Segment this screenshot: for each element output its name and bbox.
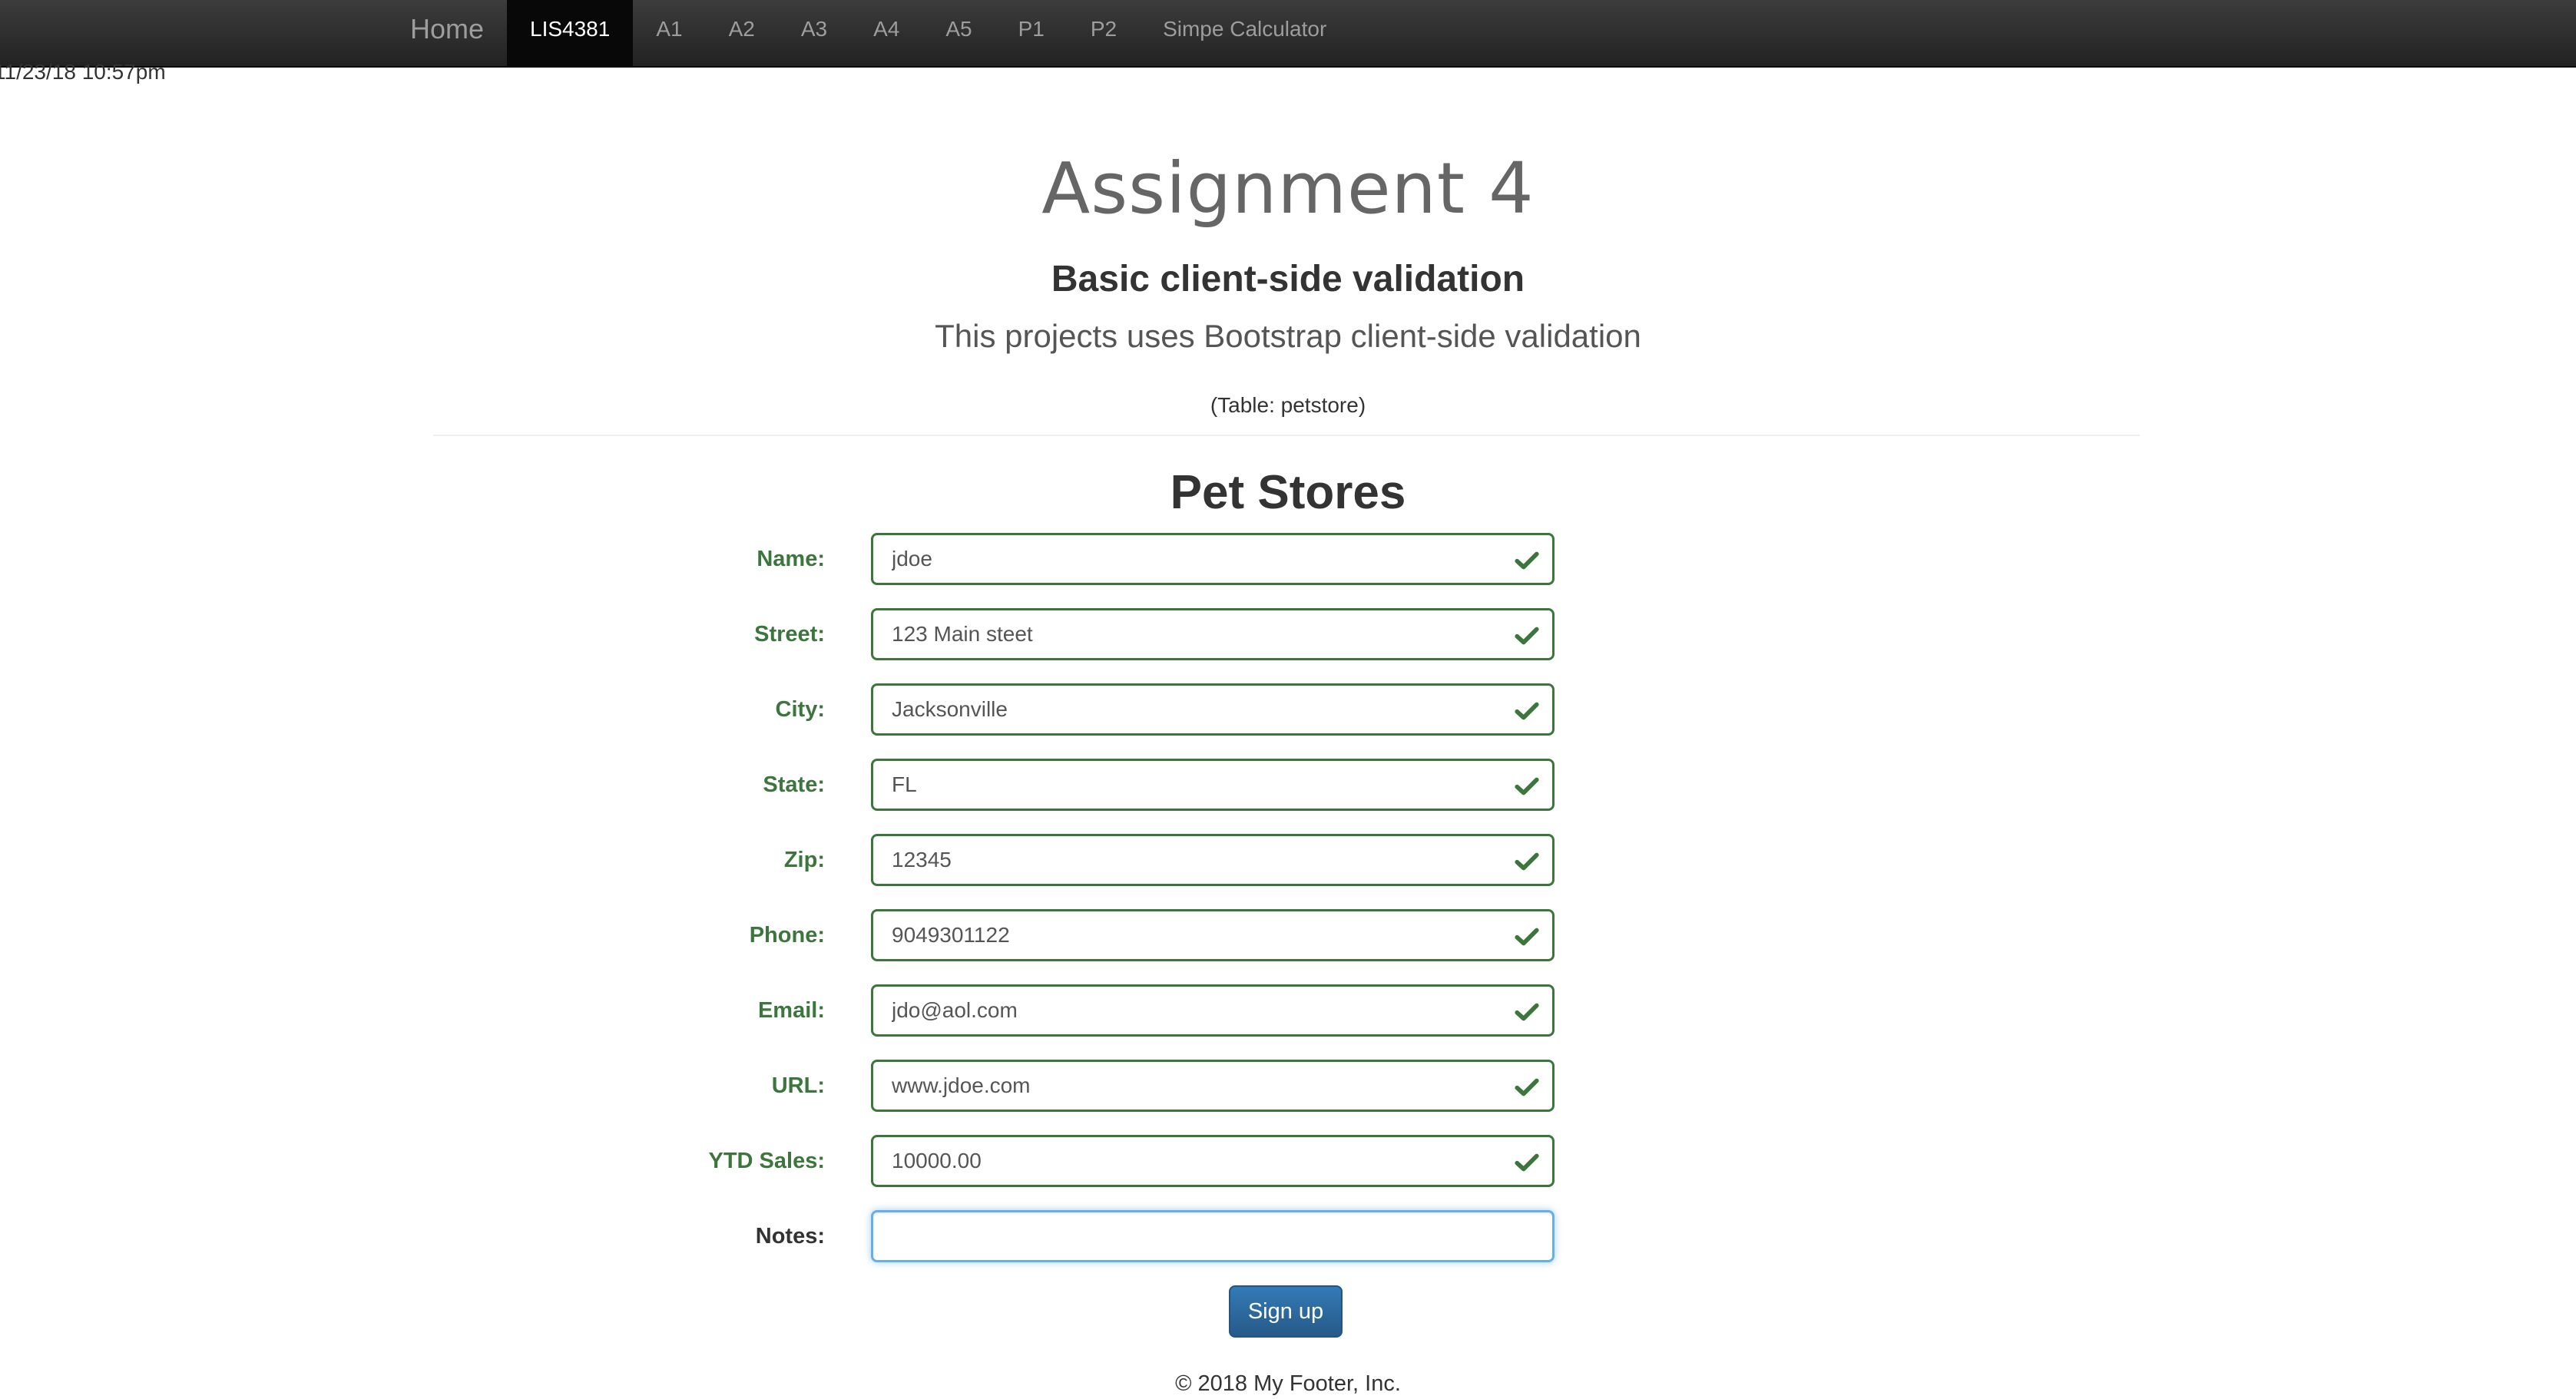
check-icon <box>1515 627 1539 645</box>
nav-item-a3: A3 <box>778 0 850 68</box>
check-icon <box>1515 777 1539 795</box>
check-icon <box>1515 702 1539 720</box>
timestamp: 11/23/18 10:57pm <box>0 60 166 84</box>
page-title: Assignment 4 <box>1041 147 1535 230</box>
navbar-brand-home[interactable]: Home <box>410 0 484 68</box>
phone-input[interactable] <box>873 911 1552 959</box>
footer-copyright: © 2018 My Footer, Inc. <box>1175 1371 1401 1396</box>
check-icon <box>1515 1003 1539 1021</box>
email-field-wrapper <box>871 984 1555 1037</box>
notes-input[interactable] <box>873 1212 1552 1260</box>
ytd-sales-field-wrapper <box>871 1135 1555 1187</box>
check-icon <box>1515 1078 1539 1096</box>
state-field-wrapper <box>871 759 1555 811</box>
notes-label: Notes: <box>755 1224 825 1249</box>
nav-link-lis4381[interactable]: LIS4381 <box>507 0 634 68</box>
zip-field-wrapper <box>871 834 1555 886</box>
ytd-sales-input[interactable] <box>873 1137 1552 1185</box>
check-icon <box>1515 928 1539 946</box>
street-field-wrapper <box>871 608 1555 660</box>
nav-item-a4: A4 <box>850 0 922 68</box>
form-row-phone: Phone: <box>0 909 2576 961</box>
form-row-name: Name: <box>0 533 2576 585</box>
nav-link-a2[interactable]: A2 <box>706 0 778 68</box>
form-row-url: URL: <box>0 1060 2576 1112</box>
nav-link-a5[interactable]: A5 <box>922 0 995 68</box>
form-row-state: State: <box>0 759 2576 811</box>
nav-item-a5: A5 <box>922 0 995 68</box>
form-row-street: Street: <box>0 608 2576 660</box>
zip-label: Zip: <box>783 848 825 872</box>
form-row-zip: Zip: <box>0 834 2576 886</box>
form-row-notes: Notes: <box>0 1210 2576 1262</box>
city-field-wrapper <box>871 683 1555 736</box>
name-field-wrapper <box>871 533 1555 585</box>
table-note: (Table: petstore) <box>1210 393 1366 417</box>
phone-field-wrapper <box>871 909 1555 961</box>
form-row-city: City: <box>0 683 2576 736</box>
nav-item-p1: P1 <box>995 0 1068 68</box>
email-label: Email: <box>757 998 825 1023</box>
city-input[interactable] <box>873 686 1552 733</box>
form-title: Pet Stores <box>1170 466 1406 519</box>
nav-link-a3[interactable]: A3 <box>778 0 850 68</box>
nav-item-a1: A1 <box>633 0 705 68</box>
nav-item-calculator: Simpe Calculator <box>1140 0 1349 68</box>
zip-input[interactable] <box>873 836 1552 884</box>
check-icon <box>1515 1153 1539 1172</box>
url-label: URL: <box>771 1073 825 1098</box>
nav-link-a4[interactable]: A4 <box>850 0 922 68</box>
divider <box>433 435 2140 436</box>
ytd-sales-label: YTD Sales: <box>708 1149 826 1173</box>
notes-field-wrapper <box>871 1210 1555 1262</box>
form-row-email: Email: <box>0 984 2576 1037</box>
check-icon <box>1515 551 1539 570</box>
top-navbar: Home LIS4381 A1 A2 A3 A4 A5 P1 P2 Simpe … <box>0 0 2576 68</box>
nav-link-a1[interactable]: A1 <box>633 0 705 68</box>
nav-link-p1[interactable]: P1 <box>995 0 1068 68</box>
state-input[interactable] <box>873 761 1552 809</box>
city-label: City: <box>775 697 825 722</box>
state-label: State: <box>763 772 825 797</box>
nav-item-lis4381: LIS4381 <box>507 0 634 68</box>
street-input[interactable] <box>873 610 1552 658</box>
phone-label: Phone: <box>749 923 825 948</box>
page-subtitle: Basic client-side validation <box>1051 259 1525 299</box>
check-icon <box>1515 852 1539 871</box>
nav-item-p2: P2 <box>1068 0 1140 68</box>
street-label: Street: <box>754 622 825 647</box>
page-lead: This projects uses Bootstrap client-side… <box>935 318 1641 354</box>
url-field-wrapper <box>871 1060 1555 1112</box>
name-label: Name: <box>757 547 825 571</box>
email-input[interactable] <box>873 987 1552 1034</box>
form-row-ytd-sales: YTD Sales: <box>0 1135 2576 1187</box>
name-input[interactable] <box>873 535 1552 583</box>
url-input[interactable] <box>873 1062 1552 1110</box>
navbar-menu: LIS4381 A1 A2 A3 A4 A5 P1 P2 Simpe Calcu… <box>507 0 1349 68</box>
sign-up-button[interactable]: Sign up <box>1229 1285 1343 1338</box>
nav-link-simple-calculator[interactable]: Simpe Calculator <box>1140 0 1349 68</box>
nav-item-a2: A2 <box>706 0 778 68</box>
nav-link-p2[interactable]: P2 <box>1068 0 1140 68</box>
